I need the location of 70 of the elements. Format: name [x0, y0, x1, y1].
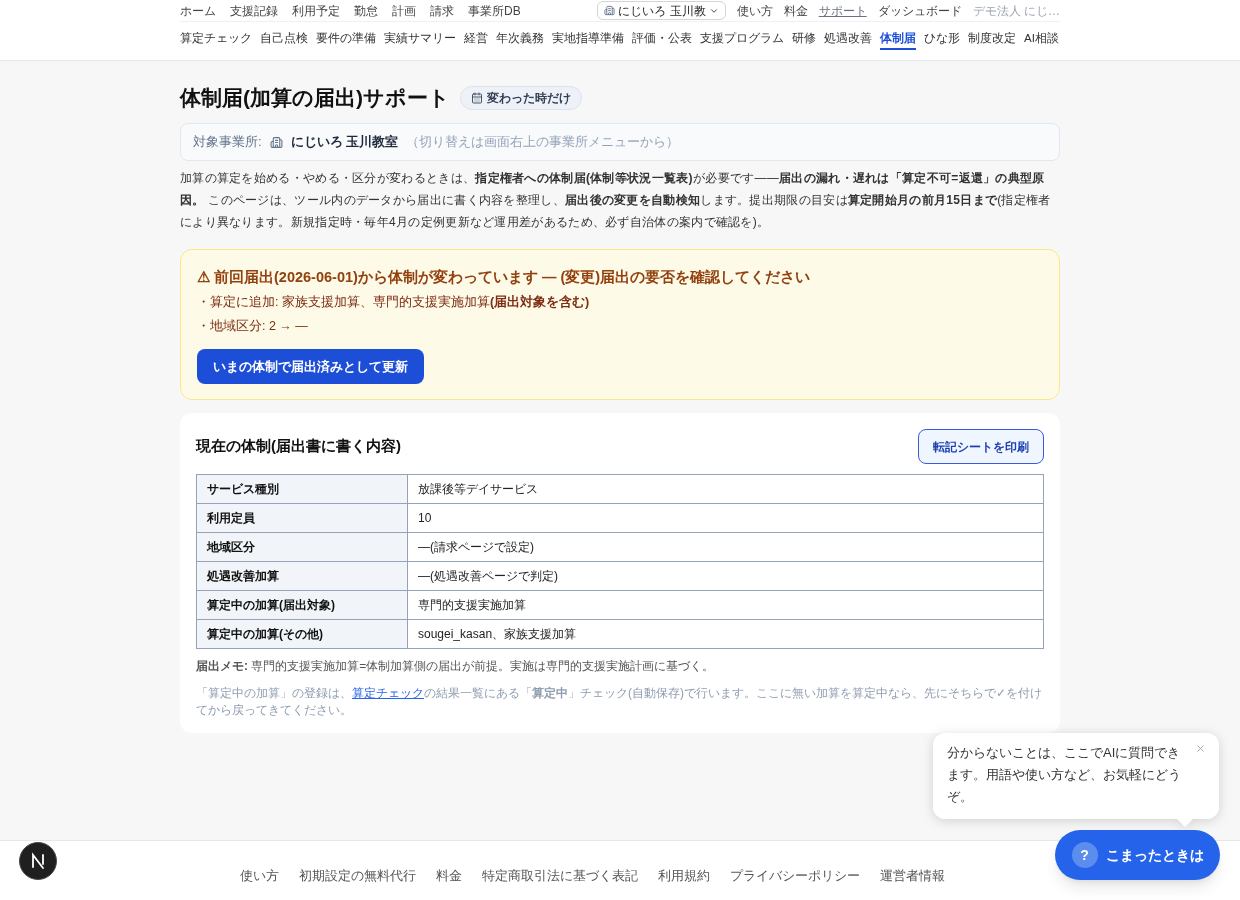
tooltip-text: 分からないことは、ここでAIに質問できます。用語や使い方など、お気軽にどうぞ。 [947, 744, 1182, 806]
value-cell: —(請求ページで設定) [407, 532, 1044, 562]
top-nav-link[interactable]: サポート [818, 2, 867, 19]
nav-tab[interactable]: 自己点検 [260, 30, 308, 50]
label-cell: 利用定員 [196, 503, 408, 533]
memo-text: 届出メモ: 専門的支援実施加算=体制加算側の届出が前提。実施は専門的支援実施計画に基づく。 [196, 658, 716, 675]
nav-tab[interactable]: 体制届 [880, 30, 916, 50]
nav-tab[interactable]: AI相談 [1024, 30, 1059, 50]
nav-tab[interactable]: 評価・公表 [632, 30, 692, 50]
office-label: 対象事業所: [193, 133, 262, 152]
top-nav-link[interactable]: ダッシュボード [877, 2, 962, 19]
question-mark: ? [1071, 842, 1098, 868]
office-hint: （切り替えは画面右上の事業所メニューから） [406, 133, 680, 151]
print-button[interactable]: 転記シートを印刷 [918, 429, 1044, 464]
page-title: 体制届(加算の届出)サポート [180, 85, 450, 111]
building-icon [604, 5, 616, 16]
footer-link[interactable]: プライバシーポリシー [730, 866, 860, 886]
top-nav-link[interactable]: 料金 [783, 2, 808, 19]
value-cell: sougei_kasan、家族支援加算 [407, 619, 1044, 649]
nav-tab[interactable]: 実地指導準備 [552, 30, 624, 50]
nav-tab[interactable]: 研修 [792, 30, 816, 50]
top-nav-link[interactable]: 請求 [430, 2, 454, 19]
nav-tab[interactable]: 年次義務 [496, 30, 544, 50]
value-cell: 専門的支援実施加算 [407, 590, 1044, 620]
description-text: 加算の算定を始める・やめる・区分が変わるときは、指定権者への体制届(体制等状況一覧表)が必要です——届出の漏れ・遅れは「算定不可=返還」の典型原因。 このページは、ツール内のデータから届出に書く内容を整理し、届出後の変更を自動検知します。提出期限の目安は算定開始月の前月15日まで(指定権者により異なります。新規指定時・毎年4月の定例更新など運用差があるため、必ず自治体の案内で確認を)。 [180, 170, 1052, 231]
top-nav-link[interactable]: ホーム [180, 2, 216, 19]
footer-link[interactable]: 運営者情報 [880, 866, 945, 886]
label-cell: 処遇改善加算 [196, 561, 408, 591]
footer-link[interactable]: 料金 [436, 866, 462, 886]
top-nav-link[interactable]: 利用予定 [292, 2, 340, 19]
building-icon [269, 135, 283, 149]
label-cell: 算定中の加算(届出対象) [196, 590, 408, 620]
circle-logo-icon[interactable] [19, 842, 57, 880]
nav-tab[interactable]: 制度改定 [968, 30, 1016, 50]
close-icon [1194, 742, 1206, 754]
nav-tab[interactable]: 経営 [464, 30, 488, 50]
help-note: 「算定中の加算」の登録は、算定チェックの結果一覧にある「算定中」チェック(自動保存)で行います。ここに無い加算を算定中なら、先にそちらで✓を付けてから戻ってきてください。 [196, 685, 1043, 719]
footer-link[interactable]: 使い方 [240, 866, 279, 886]
check-page-link[interactable]: 算定チェック [352, 686, 424, 700]
account-name: デモ法人 にじ… [972, 2, 1060, 19]
top-nav-link[interactable]: 勤怠 [354, 2, 378, 19]
office-selector[interactable]: にじいろ 玉川教 [597, 1, 726, 20]
help-button[interactable]: ? こまったときは [1055, 830, 1220, 880]
label-cell: サービス種別 [196, 474, 408, 504]
nav-tab[interactable]: 支援プログラム [700, 30, 784, 50]
section-title: 現在の体制(届出書に書く内容) [196, 436, 401, 457]
status-badge: 変わった時だけ [460, 86, 582, 110]
value-cell: —(処遇改善ページで判定) [407, 561, 1044, 591]
nav-tab[interactable]: 算定チェック [180, 30, 252, 50]
top-nav-link[interactable]: 事業所DB [468, 2, 521, 19]
nav-tab[interactable]: 処遇改善 [824, 30, 872, 50]
top-nav-link[interactable]: 使い方 [736, 2, 773, 19]
footer-link[interactable]: 初期設定の無料代行 [299, 866, 416, 886]
calendar-icon [471, 92, 483, 104]
alert-title: ⚠ 前回届出(2026-06-01)から体制が変わっています — (変更)届出の要否を確認してください [197, 268, 812, 287]
value-cell: 10 [407, 503, 1044, 533]
alert-line: ・地域区分: 2 → — [197, 318, 308, 335]
top-nav-link[interactable]: 計画 [392, 2, 416, 19]
label-cell: 算定中の加算(その他) [196, 619, 408, 649]
nav-tab[interactable]: 実績サマリー [384, 30, 456, 50]
footer-link[interactable]: 利用規約 [658, 866, 710, 886]
mark-filed-button[interactable]: いまの体制で届出済みとして更新 [197, 349, 424, 384]
top-nav-link[interactable]: 支援記録 [230, 2, 278, 19]
label-cell: 地域区分 [196, 532, 408, 562]
footer-link[interactable]: 特定商取引法に基づく表記 [482, 866, 638, 886]
value-cell: 放課後等デイサービス [407, 474, 1044, 504]
nav-tab[interactable]: ひな形 [924, 30, 960, 50]
office-name: にじいろ 玉川教室 [290, 133, 399, 152]
alert-line: ・算定に追加: 家族支援加算、専門的支援実施加算(届出対象を含む) [197, 293, 590, 311]
nav-tab[interactable]: 要件の準備 [316, 30, 376, 50]
